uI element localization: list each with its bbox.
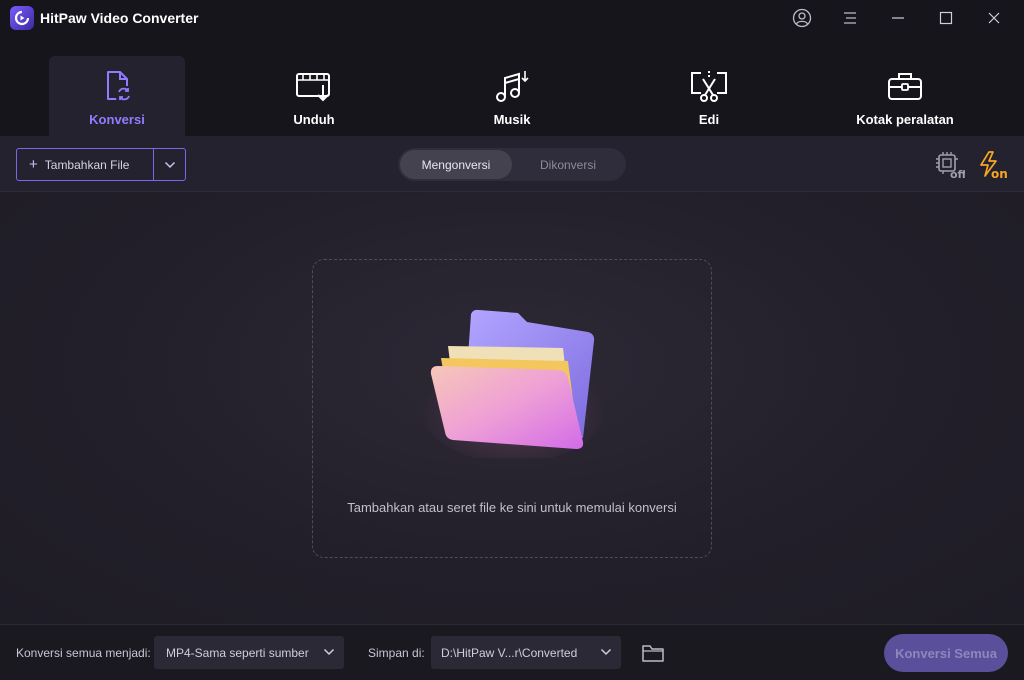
tab-label: Konversi — [89, 112, 145, 127]
tab-label: Unduh — [293, 112, 335, 127]
chevron-down-icon — [323, 648, 335, 656]
tab-konversi[interactable]: Konversi — [49, 56, 185, 136]
tab-label: Musik — [493, 112, 531, 127]
tab-label: Edi — [698, 112, 720, 127]
lightning-icon: on — [980, 151, 1008, 181]
video-download-icon — [296, 73, 330, 102]
add-file-control: + Tambahkan File — [16, 148, 186, 181]
folder-icon — [423, 309, 603, 458]
main-nav: Konversi Unduh Musik Edi Kotak peralatan — [0, 36, 1024, 136]
music-icon — [496, 71, 529, 102]
add-file-label: Tambahkan File — [44, 157, 130, 172]
save-path-value: D:\HitPaw V...r\Converted — [441, 645, 578, 660]
toolbar: + Tambahkan File Mengonversi Dikonversi … — [0, 136, 1024, 192]
tab-dikonversi[interactable]: Dikonversi — [512, 150, 624, 179]
footer-bar: Konversi semua menjadi: MP4-Sama seperti… — [0, 624, 1024, 680]
hardware-acceleration-button[interactable]: off — [933, 150, 967, 181]
app-title: HitPaw Video Converter — [40, 10, 199, 26]
minimize-button[interactable] — [884, 6, 912, 30]
file-drop-zone[interactable]: Tambahkan atau seret file ke sini untuk … — [312, 259, 712, 558]
conversion-status-switch: Mengonversi Dikonversi — [398, 148, 626, 181]
maximize-icon — [939, 11, 953, 25]
add-file-button[interactable]: + Tambahkan File — [17, 149, 154, 180]
save-to-label: Simpan di: — [368, 646, 425, 660]
chevron-down-icon — [600, 648, 612, 656]
plus-icon: + — [29, 156, 38, 173]
toolbox-icon — [888, 73, 922, 100]
close-button[interactable] — [980, 6, 1008, 30]
open-folder-button[interactable] — [640, 642, 666, 664]
title-bar: HitPaw Video Converter — [0, 0, 1024, 36]
menu-button[interactable] — [836, 6, 864, 30]
app-logo — [10, 6, 34, 30]
menu-icon — [844, 12, 856, 24]
close-icon — [988, 12, 1000, 24]
edit-cut-icon — [691, 71, 727, 102]
folder-open-icon — [642, 645, 664, 662]
workspace: Tambahkan atau seret file ke sini untuk … — [0, 192, 1024, 624]
minimize-icon — [892, 17, 904, 19]
convert-all-to-label: Konversi semua menjadi: — [16, 646, 151, 660]
account-button[interactable] — [788, 6, 816, 30]
convert-all-button[interactable]: Konversi Semua — [884, 634, 1008, 672]
tab-kotak-peralatan[interactable]: Kotak peralatan — [837, 56, 973, 136]
tab-label: Kotak peralatan — [856, 112, 954, 127]
tab-musik[interactable]: Musik — [444, 56, 580, 136]
output-format-value: MP4-Sama seperti sumber — [166, 645, 309, 660]
tab-edi[interactable]: Edi — [641, 56, 777, 136]
svg-text:on: on — [991, 167, 1008, 180]
tab-mengonversi[interactable]: Mengonversi — [400, 150, 512, 179]
output-format-select[interactable]: MP4-Sama seperti sumber — [154, 636, 344, 669]
save-path-select[interactable]: D:\HitPaw V...r\Converted — [431, 636, 621, 669]
tab-unduh[interactable]: Unduh — [246, 56, 382, 136]
hardware-acceleration-icon: off — [936, 152, 967, 181]
drop-hint-text: Tambahkan atau seret file ke sini untuk … — [347, 500, 677, 515]
svg-text:off: off — [950, 168, 965, 180]
lossless-speed-button[interactable]: on — [977, 150, 1009, 181]
chevron-down-icon — [164, 161, 175, 168]
hitpaw-logo-icon — [14, 10, 30, 26]
maximize-button[interactable] — [932, 6, 960, 30]
add-file-dropdown-button[interactable] — [154, 149, 185, 180]
convert-file-icon — [107, 71, 132, 102]
account-icon — [792, 8, 812, 28]
